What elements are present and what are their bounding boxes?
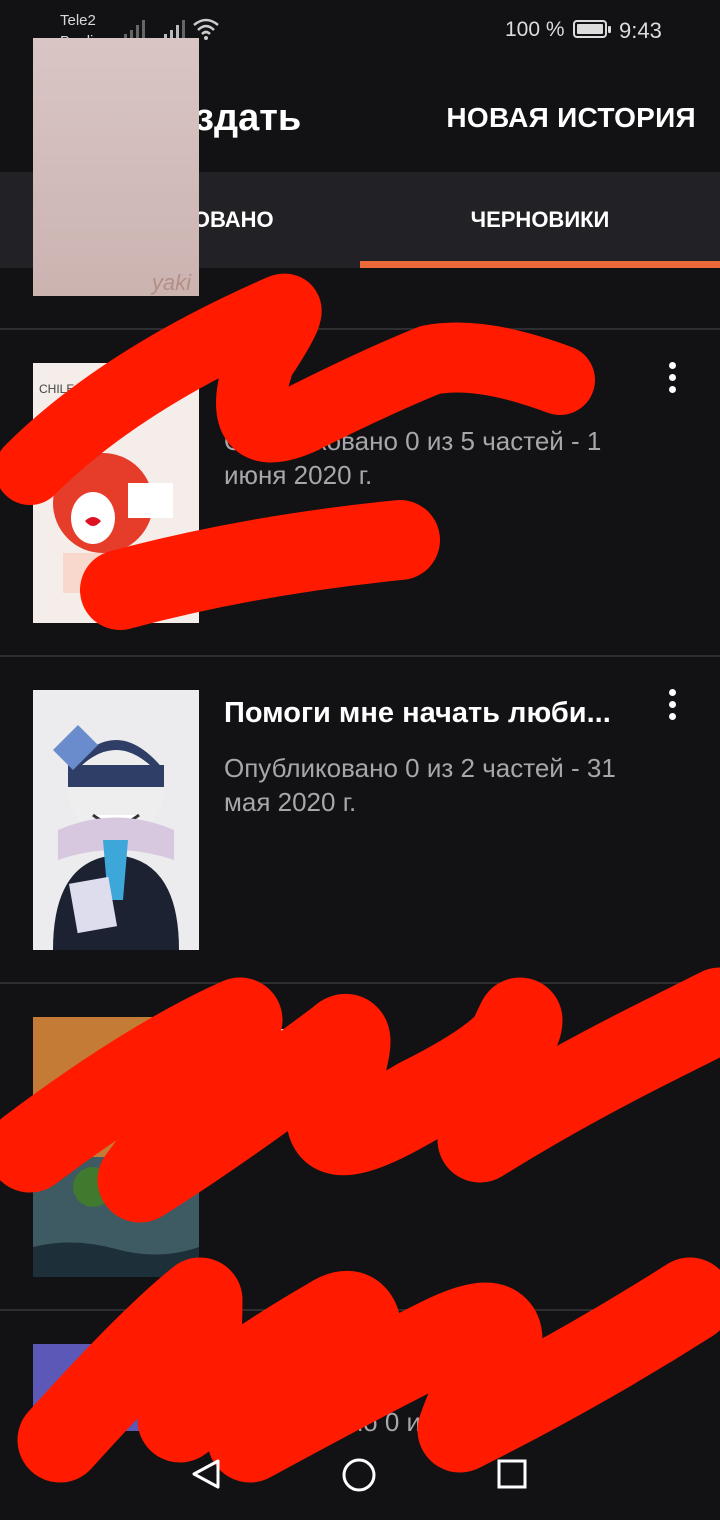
tab-drafts[interactable]: ЧЕРНОВИКИ [360, 172, 720, 268]
new-story-button[interactable]: НОВАЯ ИСТОРИЯ [446, 102, 696, 134]
more-options-icon[interactable] [660, 689, 684, 729]
signal-icon [124, 20, 145, 40]
story-cover [33, 690, 199, 950]
more-options-icon[interactable] [660, 362, 684, 402]
story-cover: yaki [33, 38, 199, 296]
nav-back-icon[interactable] [190, 1458, 222, 1490]
battery-percent: 100 % [505, 18, 565, 41]
story-title: Помоги мне начать люби... [224, 697, 611, 729]
signal-icon [164, 20, 185, 40]
story-cover: CHILE [33, 363, 199, 623]
story-meta: Опубликовано 0 из 2 частей - 31 мая 2020… [224, 753, 616, 817]
nav-recents-icon[interactable] [496, 1458, 528, 1490]
system-nav-bar [0, 1430, 720, 1520]
story-meta: Опубликовано 0 из 5 частей - 1 июня 2020… [224, 426, 602, 490]
cover-art: CHILE [33, 363, 199, 623]
story-cover [33, 1017, 199, 1277]
story-row[interactable]: ликовано 0 из 20 час [0, 1311, 720, 1437]
story-cover [33, 1344, 199, 1431]
story-row[interactable]: Тя [0, 984, 720, 1311]
cover-watermark: yaki [151, 270, 191, 295]
clock: 9:43 [619, 18, 662, 43]
story-row[interactable]: Помоги мне начать люби... Опубликовано 0… [0, 657, 720, 984]
cover-art [33, 1017, 199, 1277]
cover-art [33, 690, 199, 950]
svg-text:CHILE: CHILE [39, 382, 74, 396]
story-row[interactable]: yaki [0, 38, 720, 330]
story-row[interactable]: CHILE Опубликовано 0 из 5 частей - 1 июн… [0, 330, 720, 657]
carrier-name: Tele2 [60, 12, 96, 29]
wifi-icon [193, 18, 219, 40]
story-title: Тя [272, 1024, 306, 1056]
battery-icon [573, 20, 611, 38]
nav-home-icon[interactable] [342, 1458, 376, 1492]
